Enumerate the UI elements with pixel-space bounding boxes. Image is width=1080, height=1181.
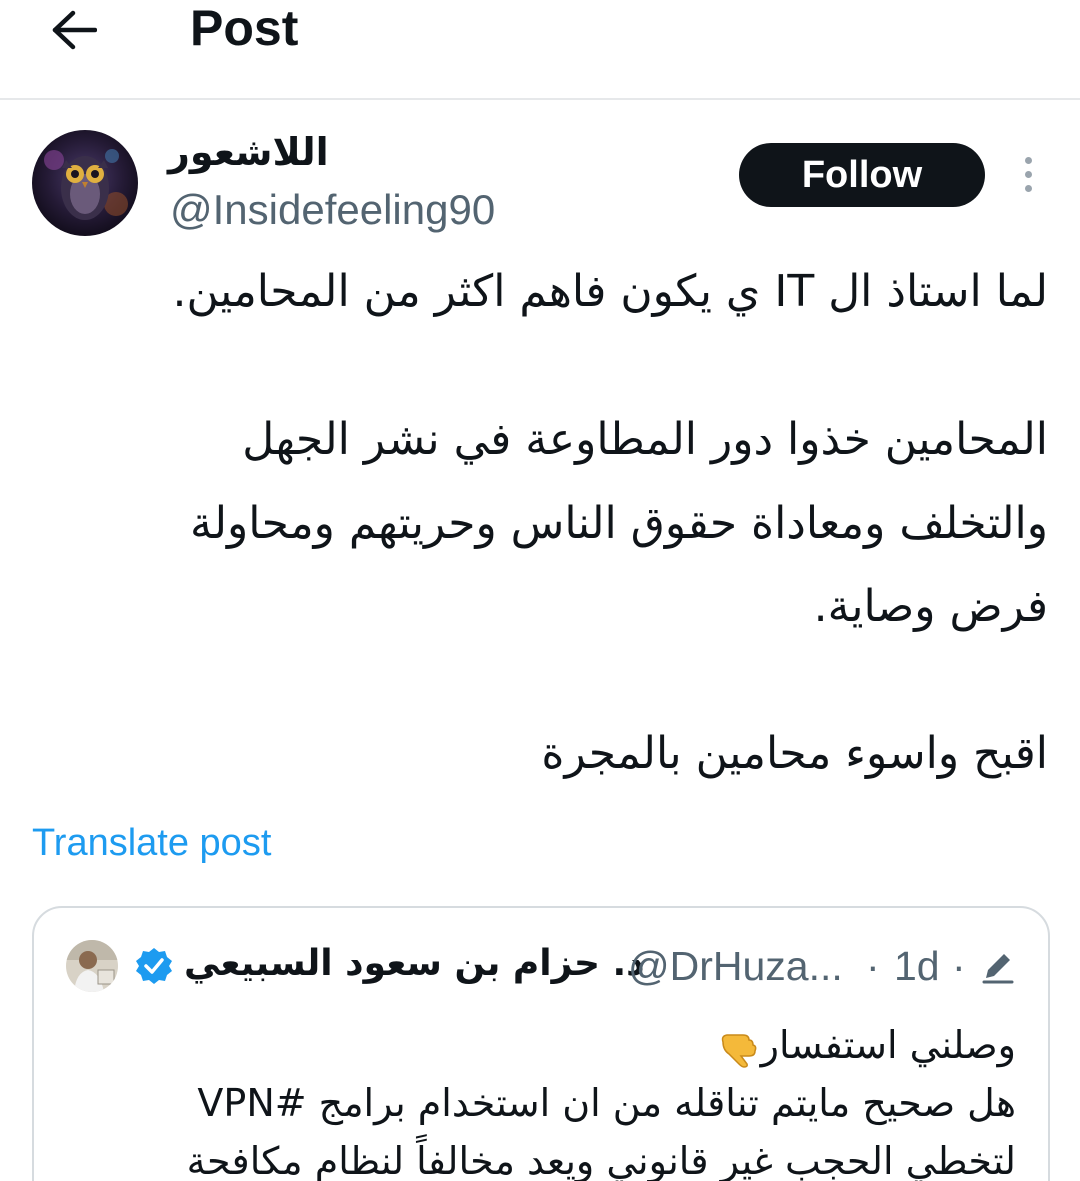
more-vertical-icon-dot	[1024, 170, 1032, 178]
quoted-post-line: هل صحيح مايتم تناقله من ان استخدام برامج…	[197, 1081, 1016, 1125]
author-handle[interactable]: @Insidefeeling90	[170, 184, 495, 236]
post-text-line: والتخلف ومعاداة حقوق الناس وحريتهم ومحاو…	[190, 498, 1048, 549]
quoted-author-handle[interactable]: @DrHuza...	[628, 940, 843, 992]
owl-avatar-image	[32, 130, 138, 236]
author-avatar[interactable]	[32, 130, 138, 236]
quoted-author-avatar[interactable]	[66, 940, 118, 992]
arrow-left-icon	[52, 10, 97, 50]
more-vertical-icon-dot	[1024, 156, 1032, 164]
post-text-line: لما استاذ ال IT ي يكون فاهم اكثر من المح…	[172, 266, 1048, 317]
follow-button[interactable]: Follow	[739, 143, 985, 207]
page-title: Post	[190, 0, 299, 56]
translate-post-link[interactable]: Translate post	[32, 818, 271, 868]
quoted-post-timestamp[interactable]: 1d	[894, 940, 940, 992]
separator-dot: ·	[866, 943, 880, 989]
post-text-line: اقبح واسوء محامين بالمجرة	[541, 728, 1048, 779]
quoted-post-line: وصلني استفسار	[66, 1016, 1016, 1074]
quoted-post-card[interactable]: د. حزام بن سعود السبيعي @DrHuza... · 1d …	[32, 906, 1050, 1181]
verified-badge-icon	[136, 948, 172, 984]
pencil-icon	[982, 954, 1014, 984]
separator-dot: ·	[952, 943, 966, 989]
backhand-index-pointing-down-emoji	[721, 1033, 757, 1068]
quoted-post-text: وصلني استفسار	[760, 1023, 1016, 1067]
post-text-line: فرض وصاية.	[813, 581, 1048, 632]
post-text-line: المحامين خذوا دور المطاوعة في نشر الجهل	[242, 414, 1048, 465]
more-options-button[interactable]	[1008, 152, 1048, 196]
quoted-post-line: لتخطي الحجب غير قانوني ويعد مخالفاً لنظا…	[186, 1139, 1016, 1181]
quoted-author-display-name[interactable]: د. حزام بن سعود السبيعي	[184, 938, 645, 990]
top-bar: Post	[0, 0, 1080, 100]
post-detail-screen: Post اللاشعور @Insidefeeling90 Follow لم…	[0, 0, 1080, 1181]
more-vertical-icon-dot	[1024, 184, 1032, 192]
person-avatar-image	[66, 940, 118, 992]
back-button[interactable]	[46, 2, 102, 58]
author-display-name[interactable]: اللاشعور	[168, 128, 368, 178]
